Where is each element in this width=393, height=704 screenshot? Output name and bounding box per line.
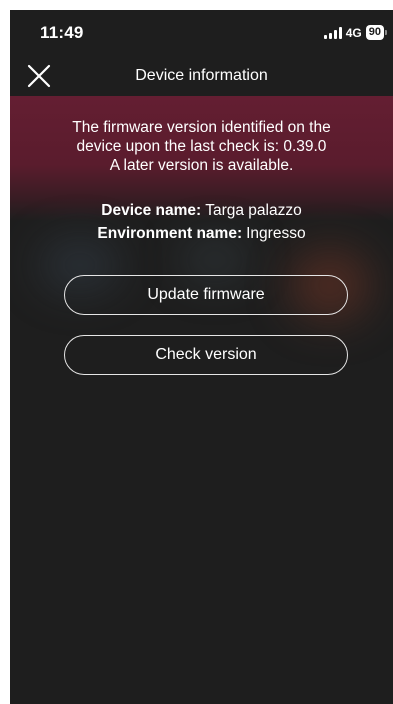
status-indicators: 4G 90 xyxy=(323,25,387,40)
device-name-value: Targa palazzo xyxy=(205,202,302,219)
background-glow xyxy=(180,240,250,280)
environment-name-label: Environment name: xyxy=(97,225,243,242)
firmware-message-line: The firmware version identified on the xyxy=(72,119,331,136)
app-screen: 11:49 4G 90 Device information The firmw… xyxy=(10,10,393,704)
status-time: 11:49 xyxy=(40,23,84,42)
firmware-message-line: A later version is available. xyxy=(109,157,294,174)
navigation-bar: Device information xyxy=(10,56,393,96)
cellular-signal-icon xyxy=(323,26,342,39)
network-type: 4G xyxy=(345,25,362,40)
firmware-status-message: The firmware version identified on the d… xyxy=(40,118,363,175)
update-firmware-button[interactable]: Update firmware xyxy=(64,275,348,315)
device-name-row: Device name: Targa palazzo xyxy=(10,199,393,222)
environment-name-row: Environment name: Ingresso xyxy=(10,222,393,245)
environment-name-value: Ingresso xyxy=(246,225,306,242)
battery-level: 90 xyxy=(365,25,384,40)
device-info: Device name: Targa palazzo Environment n… xyxy=(10,199,393,245)
firmware-message-line: device upon the last check is: 0.39.0 xyxy=(76,138,327,155)
device-name-label: Device name: xyxy=(101,202,202,219)
check-version-button[interactable]: Check version xyxy=(64,335,348,375)
battery-icon: 90 xyxy=(365,25,387,40)
status-bar: 11:49 4G 90 xyxy=(10,10,393,56)
page-title: Device information xyxy=(135,67,268,84)
